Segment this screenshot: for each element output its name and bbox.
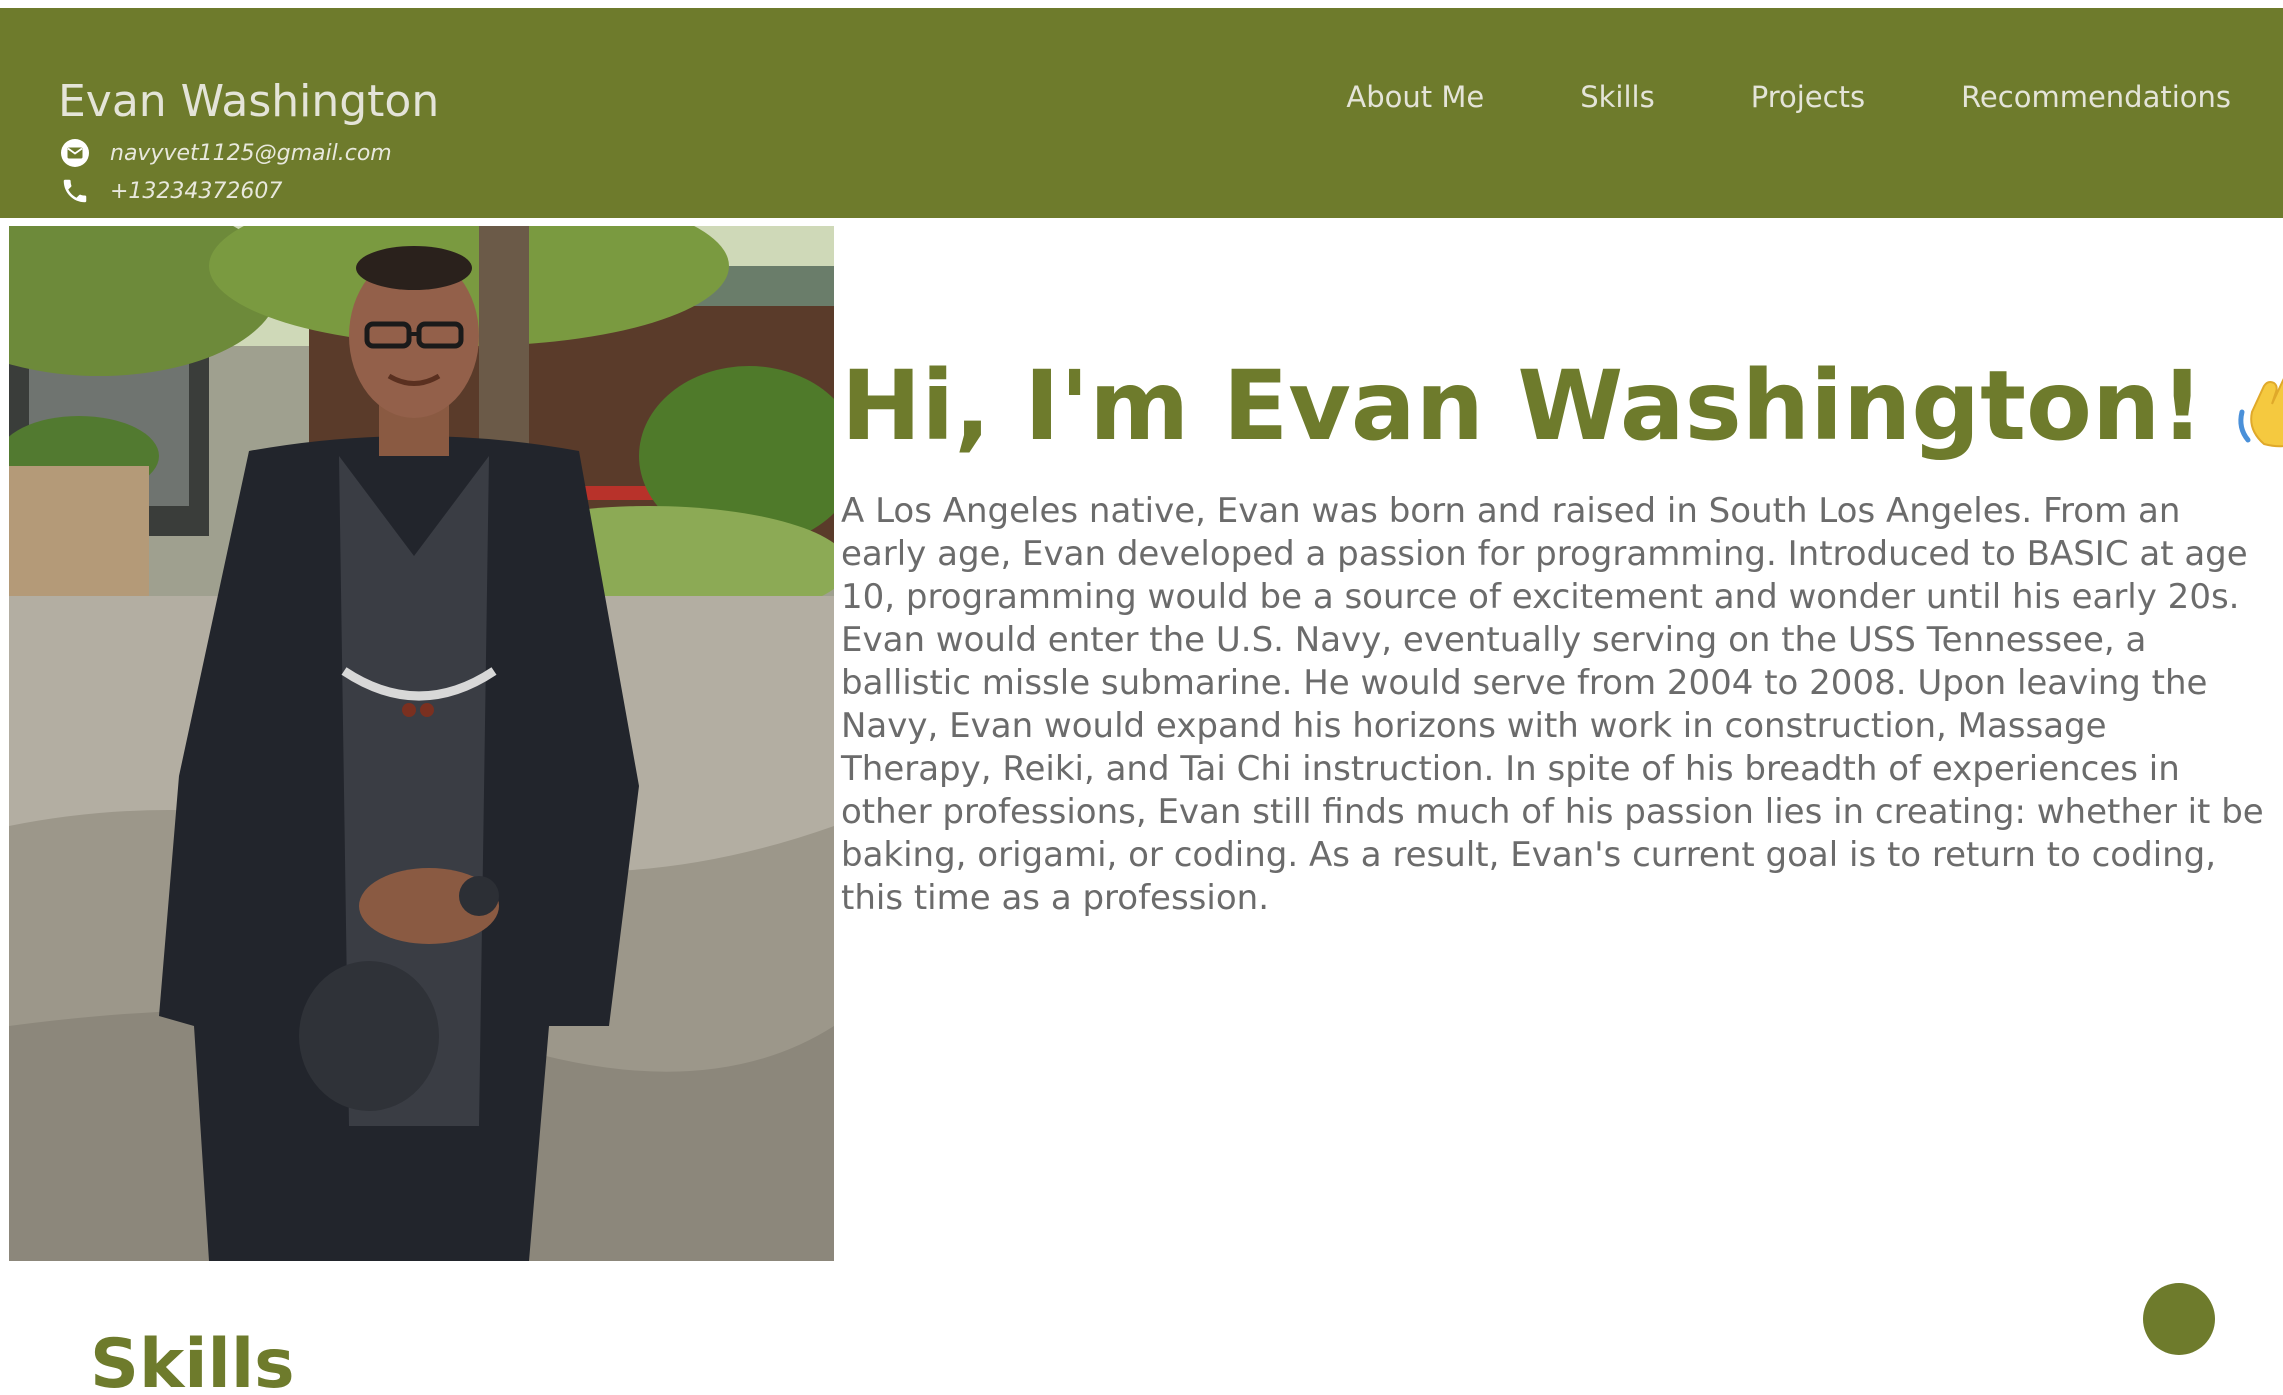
profile-photo <box>9 226 834 1261</box>
top-strip <box>0 0 2283 8</box>
nav-link-about-me[interactable]: About Me <box>1346 80 1484 114</box>
scroll-to-top-button[interactable] <box>2143 1283 2215 1355</box>
email-address[interactable]: navyvet1125@gmail.com <box>110 141 392 166</box>
main-nav: About Me Skills Projects Recommendations <box>1346 80 2231 114</box>
site-header: Evan Washington navyvet1125@gmail.com +1… <box>0 8 2283 218</box>
email-contact[interactable]: navyvet1125@gmail.com <box>58 136 392 170</box>
hero-title: Hi, I'm Evan Washington! <box>841 350 2205 462</box>
hero-bio: A Los Angeles native, Evan was born and … <box>841 491 2264 918</box>
nav-link-skills[interactable]: Skills <box>1580 80 1654 114</box>
envelope-icon <box>58 136 92 170</box>
phone-contact[interactable]: +13234372607 <box>58 174 282 208</box>
hero-title-row: Hi, I'm Evan Washington! <box>841 350 2283 462</box>
phone-icon <box>58 174 92 208</box>
nav-link-projects[interactable]: Projects <box>1751 80 1865 114</box>
phone-number[interactable]: +13234372607 <box>110 179 282 204</box>
page: Evan Washington navyvet1125@gmail.com +1… <box>0 0 2283 1395</box>
waving-hand-icon <box>2234 356 2283 456</box>
site-owner-name: Evan Washington <box>58 76 440 127</box>
nav-link-recommendations[interactable]: Recommendations <box>1961 80 2231 114</box>
skills-heading: Skills <box>90 1325 295 1395</box>
